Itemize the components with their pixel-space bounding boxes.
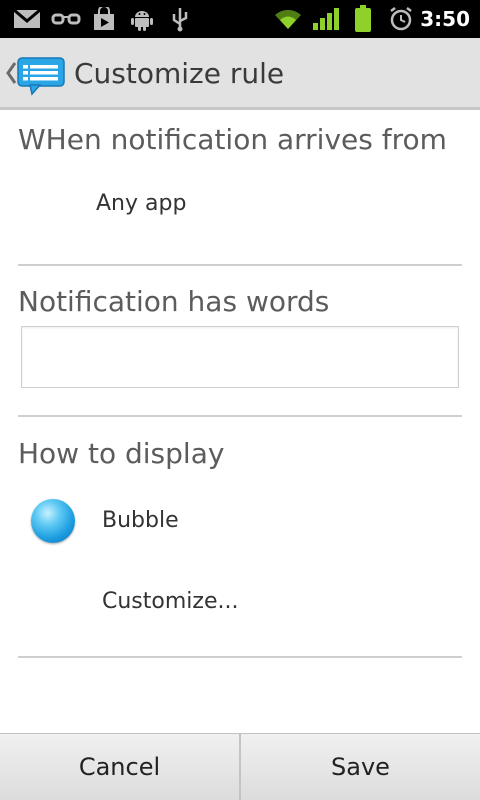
gmail-icon: [12, 0, 42, 38]
play-store-icon: [90, 0, 118, 38]
action-bar: Customize rule: [0, 38, 480, 110]
bubble-style-icon[interactable]: [31, 499, 75, 543]
alarm-icon: [386, 0, 416, 38]
status-bar: 3:50: [0, 0, 480, 38]
clock-time: 3:50: [420, 7, 470, 31]
glasses-icon: [50, 0, 82, 38]
bubble-style-option[interactable]: Bubble: [102, 508, 179, 533]
cancel-button[interactable]: Cancel: [0, 734, 239, 800]
divider: [18, 264, 462, 266]
button-bar: Cancel Save: [0, 733, 480, 800]
divider: [18, 415, 462, 417]
android-icon: [128, 0, 156, 38]
source-heading: WHen notification arrives from: [18, 123, 447, 156]
wifi-icon: [272, 0, 304, 38]
battery-icon: [350, 0, 376, 38]
chat-bubble-logo-icon: [17, 57, 65, 96]
words-heading: Notification has words: [18, 285, 330, 318]
usb-icon: [166, 0, 194, 38]
words-input[interactable]: [21, 326, 459, 388]
rule-form: WHen notification arrives from Any app N…: [0, 113, 480, 733]
page-title: Customize rule: [74, 57, 285, 90]
divider: [18, 656, 462, 658]
display-heading: How to display: [18, 437, 225, 470]
signal-icon: [310, 0, 342, 38]
source-app-selector[interactable]: Any app: [96, 191, 186, 216]
customize-link[interactable]: Customize...: [102, 589, 238, 614]
save-button[interactable]: Save: [241, 734, 480, 800]
up-navigation-button[interactable]: [0, 38, 70, 110]
